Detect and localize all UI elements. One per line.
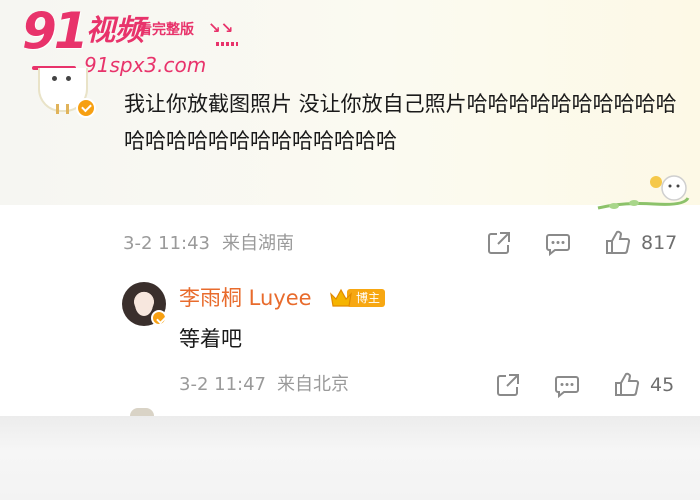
verified-icon xyxy=(151,310,167,326)
next-comment-avatar-partial xyxy=(130,408,154,416)
sticker-decoration xyxy=(597,175,690,210)
like-icon[interactable] xyxy=(604,229,631,256)
watermark-brand-text: 视频 xyxy=(86,13,145,47)
comment-location: 来自湖南 xyxy=(222,233,294,254)
comment-icon[interactable] xyxy=(554,373,580,399)
watermark-dots xyxy=(216,42,238,46)
watermark-tagline: 看完整版 xyxy=(138,22,194,38)
reply-like-count: 45 xyxy=(650,374,675,396)
share-icon[interactable] xyxy=(495,372,521,398)
reply-author-name[interactable]: 李雨桐 Luyee xyxy=(179,288,312,309)
comment-text: 我让你放截图照片 没让你放自己照片哈哈哈哈哈哈哈哈哈哈哈哈哈哈哈哈哈哈哈哈哈哈哈 xyxy=(124,92,677,153)
blogger-badge: 博主 xyxy=(329,287,385,309)
reply-text: 等着吧 xyxy=(179,327,242,351)
bottom-area xyxy=(0,416,700,500)
crown-icon xyxy=(330,288,352,307)
watermark-arrows: ↘↘ xyxy=(208,19,234,37)
avatar-eye xyxy=(66,76,71,81)
verified-icon xyxy=(76,98,96,118)
watermark-url: 91spx3.com xyxy=(84,53,207,77)
comment-icon[interactable] xyxy=(545,231,571,257)
comment-date: 3-2 11:43 xyxy=(123,233,210,254)
reply-location: 来自北京 xyxy=(277,374,349,395)
like-icon[interactable] xyxy=(613,371,640,398)
watermark-number: 91 xyxy=(22,2,89,60)
comment-like-count: 817 xyxy=(641,232,678,254)
avatar-eye xyxy=(52,76,57,81)
avatar-leg xyxy=(56,104,59,114)
avatar-leg xyxy=(66,104,69,114)
share-icon[interactable] xyxy=(486,230,512,256)
reply-date: 3-2 11:47 xyxy=(179,374,266,395)
avatar-face xyxy=(135,292,153,316)
